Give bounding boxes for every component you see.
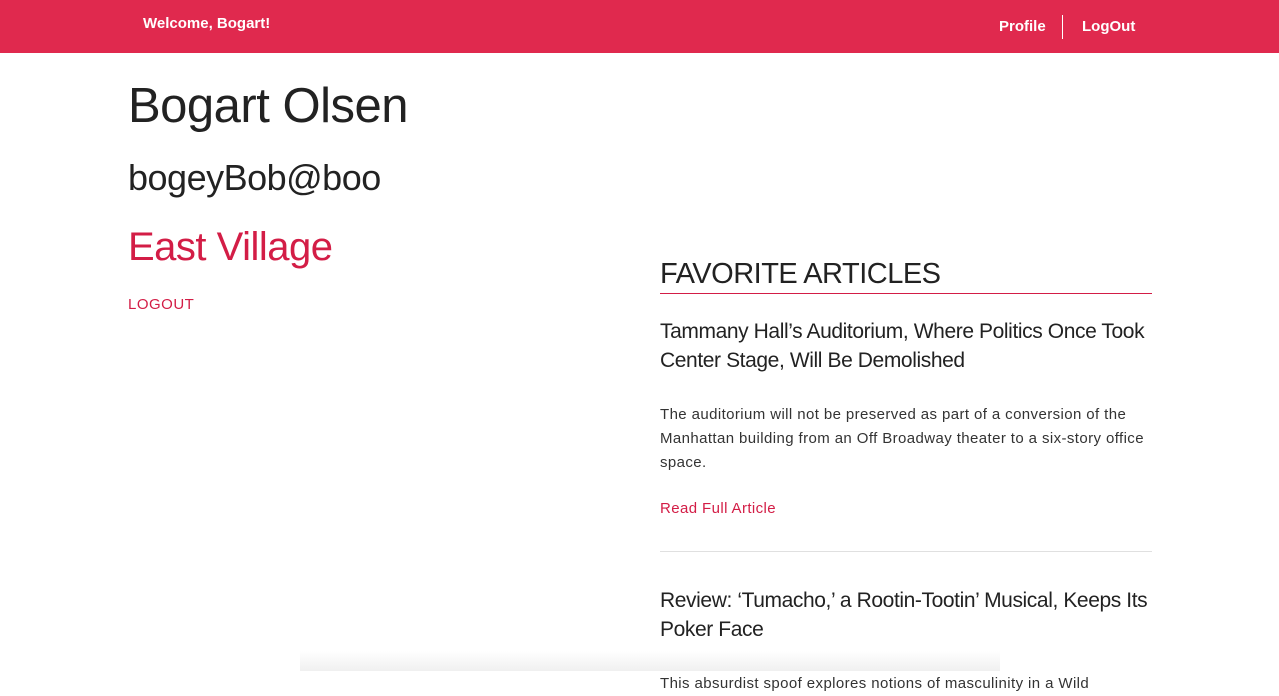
article-summary: The auditorium will not be preserved as …	[660, 406, 1144, 471]
nav-logout-link[interactable]: LogOut	[1082, 18, 1135, 35]
user-email: bogeyBob@boo	[128, 157, 381, 198]
user-name: Bogart Olsen	[128, 79, 409, 133]
read-full-article-link[interactable]: Read Full Article	[660, 500, 776, 517]
user-neighborhood: East Village	[128, 225, 333, 269]
article-card: Tammany Hall’s Auditorium, Where Politic…	[660, 294, 1152, 552]
welcome-message: Welcome, Bogart!	[143, 15, 271, 32]
top-nav-bar: Welcome, Bogart! Profile LogOut	[0, 0, 1279, 53]
favorite-articles-heading: FAVORITE ARTICLES	[660, 256, 1152, 294]
nav-profile-link[interactable]: Profile	[999, 18, 1046, 35]
article-title: Tammany Hall’s Auditorium, Where Politic…	[660, 320, 1145, 372]
favorite-articles-panel: FAVORITE ARTICLES Tammany Hall’s Auditor…	[660, 256, 1152, 696]
article-summary: This absurdist spoof explores notions of…	[660, 675, 1090, 692]
logout-link[interactable]: LOGOUT	[128, 296, 194, 313]
article-title: Review: ‘Tumacho,’ a Rootin-Tootin’ Musi…	[660, 589, 1148, 641]
article-card: Review: ‘Tumacho,’ a Rootin-Tootin’ Musi…	[660, 552, 1152, 696]
nav-divider	[1062, 15, 1063, 39]
